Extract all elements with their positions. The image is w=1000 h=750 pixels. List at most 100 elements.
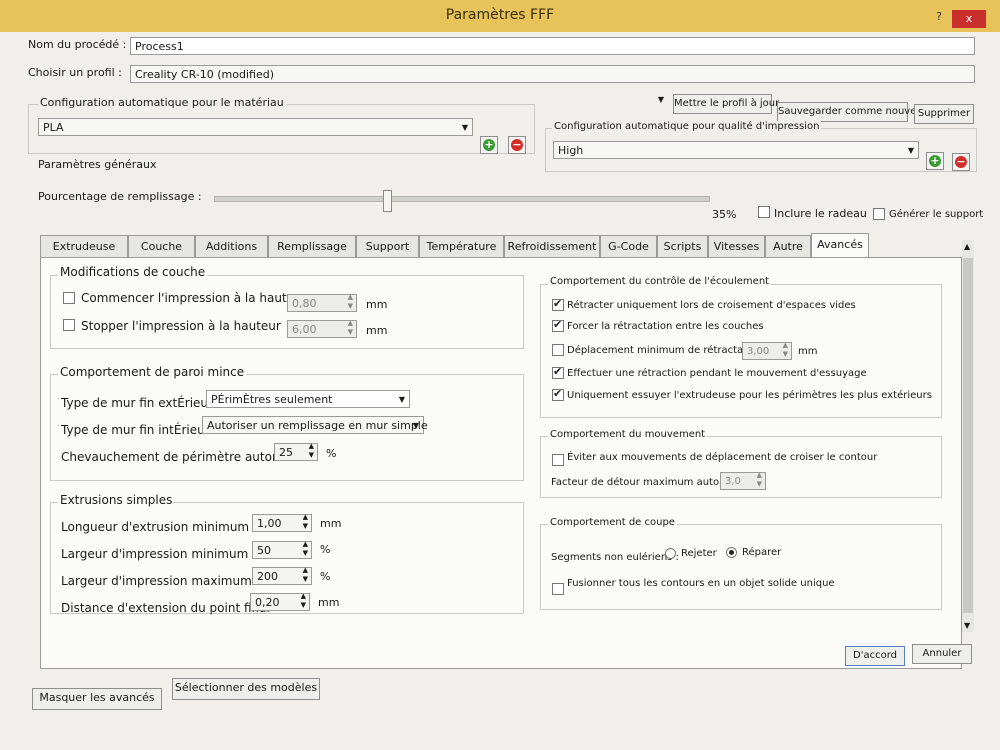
force-retract-label: Forcer la rétractation entre les couches <box>567 321 764 332</box>
outer-wall-select[interactable]: PÉrimÈtres seulement ▼ <box>206 390 410 408</box>
wipe-retract-checkbox[interactable] <box>552 365 564 379</box>
cancel-button[interactable]: Annuler <box>912 644 972 664</box>
inner-wall-label: Type de mur fin intÉrieur <box>61 423 210 437</box>
tab-1[interactable]: Extrudeuse <box>40 235 128 257</box>
ok-button[interactable]: D'accord <box>845 646 905 666</box>
close-button[interactable]: x <box>952 10 986 28</box>
panel-scrollbar[interactable]: ▲ ▼ <box>962 240 974 632</box>
infill-slider-handle[interactable] <box>382 190 392 212</box>
min-travel-checkbox[interactable] <box>552 344 564 356</box>
tab-10[interactable]: Vitesses <box>708 235 765 257</box>
min-travel-label: Déplacement minimum de rétractation <box>567 345 763 356</box>
chevron-down-icon: ▼ <box>907 146 914 155</box>
material-select[interactable]: PLA ▼ <box>38 118 473 136</box>
stop-height-checkbox[interactable] <box>63 319 75 331</box>
add-quality-button[interactable]: + <box>926 152 944 170</box>
retract-only-label: Rétracter uniquement lors de croisement … <box>567 300 856 311</box>
quality-value: High <box>558 144 584 157</box>
force-retract-checkbox[interactable] <box>552 318 564 332</box>
stop-height-spinner[interactable]: 6,00 ▲ ▼ <box>287 319 357 338</box>
spin-arrows-icon: ▲ ▼ <box>782 341 788 358</box>
hide-advanced-button[interactable]: Masquer les avancés <box>32 688 162 710</box>
scroll-up-icon[interactable]: ▲ <box>964 242 970 251</box>
tab-11[interactable]: Autre <box>765 235 811 257</box>
support-checkbox[interactable] <box>873 208 885 220</box>
start-height-label: Commencer l'impression à la hauteur <box>81 291 307 305</box>
raft-checkbox[interactable] <box>758 206 770 218</box>
remove-quality-button[interactable]: − <box>952 153 970 171</box>
minus-icon: − <box>955 155 967 168</box>
profile-label: Choisir un profil : <box>28 66 122 79</box>
tab-5[interactable]: Support <box>356 235 419 257</box>
tab-3[interactable]: Additions <box>195 235 268 257</box>
tab-7[interactable]: Refroidissement <box>504 235 600 257</box>
general-settings-label: Paramètres généraux <box>38 158 157 171</box>
avoid-crossing-checkbox[interactable] <box>552 454 564 466</box>
spin-arrows-icon: ▲ ▼ <box>347 319 353 336</box>
spin-arrows-icon: ▲ ▼ <box>302 513 308 530</box>
wipe-retract-label: Effectuer une rétraction pendant le mouv… <box>567 368 867 379</box>
tab-6[interactable]: Température <box>419 235 504 257</box>
repair-label: Réparer <box>742 547 782 558</box>
tab-8[interactable]: G-Code <box>600 235 657 257</box>
min-travel-spinner[interactable]: 3,00 ▲ ▼ <box>742 341 792 360</box>
retract-only-checkbox[interactable] <box>552 297 564 311</box>
process-name-input[interactable]: Process1 <box>130 37 975 55</box>
cut-title: Comportement de coupe <box>548 517 677 528</box>
min-length-spinner[interactable]: 1,00 ▲ ▼ <box>252 513 312 532</box>
layer-mod-title: Modifications de couche <box>58 265 208 279</box>
scrollbar-thumb[interactable] <box>963 258 973 613</box>
min-travel-unit: mm <box>798 346 818 357</box>
avoid-crossing-label: Éviter aux mouvements de déplacement de … <box>567 452 878 463</box>
wipe-outer-label: Uniquement essuyer l'extrudeuse pour les… <box>567 390 932 401</box>
save-as-new-button[interactable]: Sauvegarder comme nouveau <box>777 102 929 122</box>
stop-height-unit: mm <box>366 324 388 337</box>
window-title: Paramètres FFF <box>445 7 555 23</box>
nonmanifold-label: Segments non eulériens : <box>551 552 679 563</box>
min-width-unit: % <box>320 543 331 556</box>
inner-wall-select[interactable]: Autoriser un remplissage en mur simple ▼ <box>202 416 428 434</box>
stop-height-label: Stopper l'impression à la hauteur <box>81 319 281 333</box>
merge-contours-checkbox[interactable] <box>552 583 564 595</box>
max-width-spinner[interactable]: 200 ▲ ▼ <box>252 566 312 585</box>
help-button[interactable]: ? <box>936 10 942 23</box>
overlap-spinner[interactable]: 25 ▲ ▼ <box>274 442 318 461</box>
repair-radio[interactable] <box>726 547 737 558</box>
start-height-checkbox[interactable] <box>63 292 75 304</box>
remove-material-button[interactable]: − <box>508 136 526 154</box>
title-bar: Paramètres FFF ? x <box>0 0 1000 32</box>
spin-arrows-icon: ▲ ▼ <box>308 442 314 459</box>
reject-radio[interactable] <box>665 548 676 559</box>
tab-2[interactable]: Couche <box>128 235 195 257</box>
minus-icon: − <box>511 138 523 151</box>
infill-slider-track[interactable] <box>214 196 710 202</box>
add-material-button[interactable]: + <box>480 136 498 154</box>
detour-spinner[interactable]: 3,0 ▲ ▼ <box>720 471 766 490</box>
min-width-spinner[interactable]: 50 ▲ ▼ <box>252 540 312 559</box>
start-height-spinner[interactable]: 0,80 ▲ ▼ <box>287 293 357 312</box>
scroll-down-icon[interactable]: ▼ <box>964 621 970 630</box>
profile-select[interactable]: Creality CR-10 (modified) <box>130 65 975 83</box>
flow-control-title: Comportement du contrôle de l'écoulement <box>548 276 772 287</box>
stop-height-value: 6,00 <box>292 323 317 336</box>
delete-profile-button[interactable]: Supprimer <box>914 104 974 124</box>
quality-select[interactable]: High ▼ <box>553 141 919 159</box>
plus-icon: + <box>929 154 941 167</box>
detour-value: 3,0 <box>725 476 741 487</box>
endpoint-extension-unit: mm <box>318 596 340 609</box>
tab-4[interactable]: Remplissage <box>268 235 356 257</box>
overlap-unit: % <box>326 447 337 460</box>
select-models-button[interactable]: Sélectionner des modèles <box>172 678 320 700</box>
wipe-outer-checkbox[interactable] <box>552 387 564 401</box>
infill-value: 35% <box>712 208 737 221</box>
endpoint-extension-spinner[interactable]: 0,20 ▲ ▼ <box>250 592 310 611</box>
tab-12[interactable]: Avancés <box>811 233 869 257</box>
tab-9[interactable]: Scripts <box>657 235 708 257</box>
min-length-unit: mm <box>320 517 342 530</box>
outer-wall-value: PÉrimÈtres seulement <box>211 393 333 406</box>
start-height-value: 0,80 <box>292 297 317 310</box>
cut-group <box>540 524 942 610</box>
spin-arrows-icon: ▲ ▼ <box>300 592 306 609</box>
support-label: Générer le support <box>889 209 984 220</box>
update-profile-button[interactable]: Mettre le profil à jour <box>673 94 779 114</box>
